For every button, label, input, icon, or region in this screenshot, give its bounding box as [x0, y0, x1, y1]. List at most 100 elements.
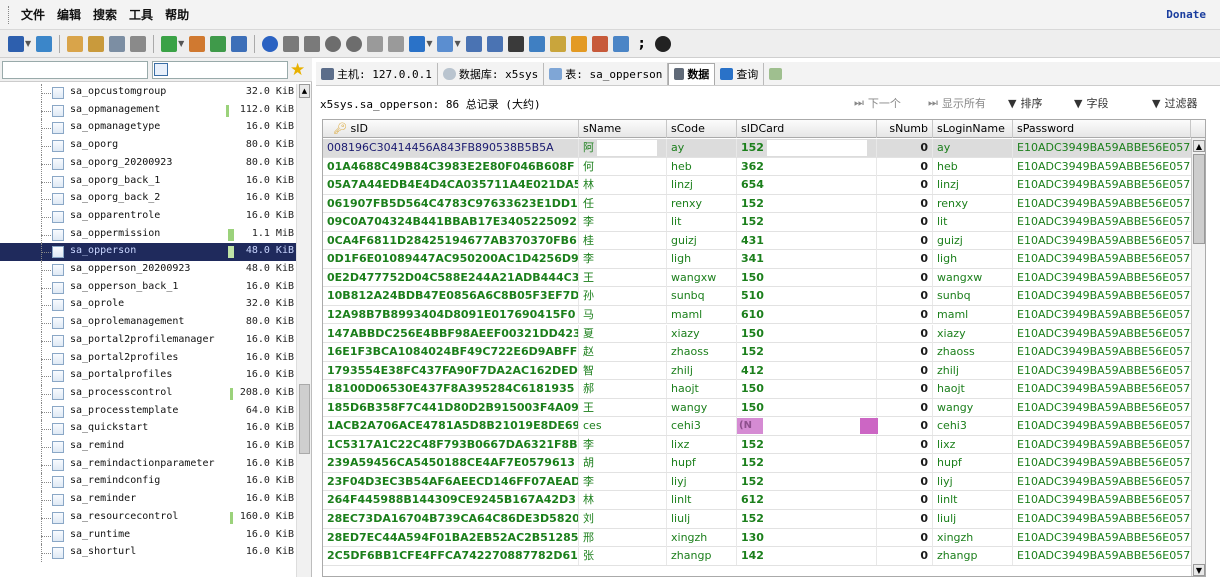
sidebar-item-sa-portal2profilemanager[interactable]: sa_portal2profilemanager 16.0 KiB: [0, 331, 296, 350]
cell-sidcard[interactable]: 150: [737, 268, 877, 287]
sidebar-item-sa-remindconfig[interactable]: sa_remindconfig 16.0 KiB: [0, 473, 296, 492]
cell-spassword[interactable]: E10ADC3949BA59ABBE56E057F20F883: [1013, 194, 1199, 213]
cell-scode[interactable]: zhilj: [667, 361, 737, 380]
cell-sname[interactable]: 李: [579, 472, 667, 491]
cell-sidcard[interactable]: 150: [737, 380, 877, 399]
sort-button[interactable]: ▼ 排序: [1008, 95, 1042, 111]
cell-scode[interactable]: heb: [667, 157, 737, 176]
cell-scode[interactable]: liyj: [667, 472, 737, 491]
connection-icon[interactable]: [8, 35, 24, 52]
cell-spassword[interactable]: E10ADC3949BA59ABBE56E057F20F883: [1013, 157, 1199, 176]
cell-sname[interactable]: 林: [579, 491, 667, 510]
sidebar-item-sa-portal2profiles[interactable]: sa_portal2profiles 16.0 KiB: [0, 349, 296, 368]
table-row[interactable]: 1ACB2A706ACE4781A5D8B21019E8DE69 ces cehi3…: [323, 417, 1205, 436]
cell-spassword[interactable]: E10ADC3949BA59ABBE56E057F20F883: [1013, 250, 1199, 269]
cell-sloginname[interactable]: lit: [933, 213, 1013, 232]
caret-icon[interactable]: ▼: [178, 39, 184, 48]
header-spassword[interactable]: sPassword: [1013, 120, 1191, 138]
cell-scode[interactable]: maml: [667, 305, 737, 324]
caret-icon[interactable]: ▼: [454, 39, 460, 48]
table-row[interactable]: 008196C30414456A843FB890538B5B5A 阿 ay 152 0 a…: [323, 139, 1205, 158]
edit-icon[interactable]: [549, 35, 566, 52]
cell-sidcard[interactable]: 152: [737, 213, 877, 232]
tree-scrollbar[interactable]: ▲: [296, 84, 311, 577]
cell-sid[interactable]: 09C0A704324B441BBAB17E3405225092: [323, 213, 579, 232]
cell-scode[interactable]: ligh: [667, 250, 737, 269]
copy-icon[interactable]: [67, 35, 84, 52]
table-row[interactable]: 1C5317A1C22C48F793B0667DA6321F8B 李 lixz 152…: [323, 435, 1205, 455]
cell-sidcard[interactable]: 431: [737, 231, 877, 250]
cell-sloginname[interactable]: renxy: [933, 194, 1013, 213]
print-icon[interactable]: [130, 35, 147, 52]
cell-snumb[interactable]: 0: [877, 305, 933, 324]
sidebar-item-sa-oporg-back-1[interactable]: sa_oporg_back_1 16.0 KiB: [0, 172, 296, 191]
cell-scode[interactable]: zhaoss: [667, 343, 737, 362]
sidebar-item-sa-oporg-20200923[interactable]: sa_oporg_20200923 80.0 KiB: [0, 154, 296, 173]
eye-icon[interactable]: [612, 35, 629, 52]
export-icon[interactable]: [210, 35, 227, 52]
cell-sidcard[interactable]: 142: [737, 547, 877, 566]
table-row[interactable]: 0D1F6E01089447AC950200AC1D4256D9 李 ligh 341…: [323, 250, 1205, 269]
cell-snumb[interactable]: 0: [877, 380, 933, 399]
cell-sname[interactable]: 夏: [579, 324, 667, 343]
cell-spassword[interactable]: E10ADC3949BA59ABBE56E057F20F883: [1013, 139, 1199, 157]
menu-edit[interactable]: 编辑: [51, 6, 87, 23]
sidebar-item-sa-oporg[interactable]: sa_oporg 80.0 KiB: [0, 137, 296, 155]
favorite-star-icon[interactable]: ★: [290, 60, 305, 80]
cell-snumb[interactable]: 0: [877, 268, 933, 287]
cell-scode[interactable]: wangxw: [667, 268, 737, 287]
cell-sname[interactable]: 孙: [579, 287, 667, 306]
cell-sidcard[interactable]: (N: [737, 417, 877, 436]
cell-snumb[interactable]: 0: [877, 231, 933, 250]
sidebar-item-sa-processcontrol[interactable]: sa_processcontrol 208.0 KiB: [0, 384, 296, 403]
cell-sname[interactable]: 马: [579, 305, 667, 324]
stop-icon[interactable]: [654, 35, 671, 52]
cell-spassword[interactable]: E10ADC3949BA59ABBE56E057F20F883: [1013, 380, 1199, 399]
cell-sloginname[interactable]: heb: [933, 157, 1013, 176]
cell-scode[interactable]: linzj: [667, 176, 737, 195]
filter-button[interactable]: ▼ 过滤器: [1152, 95, 1197, 111]
play-icon[interactable]: [409, 35, 426, 52]
cell-spassword[interactable]: E10ADC3949BA59ABBE56E057F20F883: [1013, 528, 1199, 547]
header-scode[interactable]: sCode: [667, 120, 737, 138]
cell-sloginname[interactable]: haojt: [933, 380, 1013, 399]
cell-snumb[interactable]: 0: [877, 157, 933, 176]
cell-snumb[interactable]: 0: [877, 343, 933, 362]
run-icon[interactable]: [161, 35, 178, 52]
cell-sloginname[interactable]: sunbq: [933, 287, 1013, 306]
data-grid[interactable]: 🔑︎ sID sName sCode sIDCard sNumb sLoginN…: [322, 119, 1206, 577]
sidebar-item-sa-oppermission[interactable]: sa_oppermission 1.1 MiB: [0, 225, 296, 244]
cell-sname[interactable]: 胡: [579, 454, 667, 473]
cell-snumb[interactable]: 0: [877, 398, 933, 417]
donate-link[interactable]: Donate: [1166, 8, 1206, 21]
cell-spassword[interactable]: E10ADC3949BA59ABBE56E057F20F883: [1013, 231, 1199, 250]
cell-scode[interactable]: haojt: [667, 380, 737, 399]
cell-sloginname[interactable]: hupf: [933, 454, 1013, 473]
cell-sloginname[interactable]: zhilj: [933, 361, 1013, 380]
cell-snumb[interactable]: 0: [877, 547, 933, 566]
cell-scode[interactable]: wangy: [667, 398, 737, 417]
cell-spassword[interactable]: E10ADC3949BA59ABBE56E057F20F883: [1013, 547, 1199, 566]
header-snumb[interactable]: sNumb: [877, 120, 933, 138]
cell-spassword[interactable]: E10ADC3949BA59ABBE56E057F20F883: [1013, 343, 1199, 362]
cell-sidcard[interactable]: 152: [737, 139, 877, 157]
cell-sid[interactable]: 239A59456CA5450188CE4AF7E0579613: [323, 454, 579, 473]
cell-sloginname[interactable]: liulj: [933, 510, 1013, 528]
cell-scode[interactable]: xingzh: [667, 528, 737, 547]
cell-spassword[interactable]: E10ADC3949BA59ABBE56E057F20F883: [1013, 305, 1199, 324]
cell-sidcard[interactable]: 150: [737, 398, 877, 417]
semicolon-icon[interactable]: ;: [634, 36, 650, 52]
table-row[interactable]: 05A7A44EDB4E4D4CA035711A4E021DA5 林 linzj 65…: [323, 176, 1205, 195]
cell-snumb[interactable]: 0: [877, 324, 933, 343]
cell-snumb[interactable]: 0: [877, 176, 933, 195]
cell-sidcard[interactable]: 152: [737, 510, 877, 528]
refresh-icon[interactable]: [109, 35, 126, 52]
warning-icon[interactable]: [570, 35, 587, 52]
sidebar-item-sa-oprolemanagement[interactable]: sa_oprolemanagement 80.0 KiB: [0, 314, 296, 332]
sidebar-item-sa-opperson-20200923[interactable]: sa_opperson_20200923 48.0 KiB: [0, 261, 296, 279]
cell-sid[interactable]: 1793554E38FC437FA90F7DA2AC162DED: [323, 361, 579, 380]
header-sid[interactable]: 🔑︎ sID: [323, 120, 579, 138]
cell-sloginname[interactable]: lixz: [933, 435, 1013, 454]
remove-icon[interactable]: [346, 35, 363, 52]
sidebar-item-sa-resourcecontrol[interactable]: sa_resourcecontrol 160.0 KiB: [0, 508, 296, 527]
